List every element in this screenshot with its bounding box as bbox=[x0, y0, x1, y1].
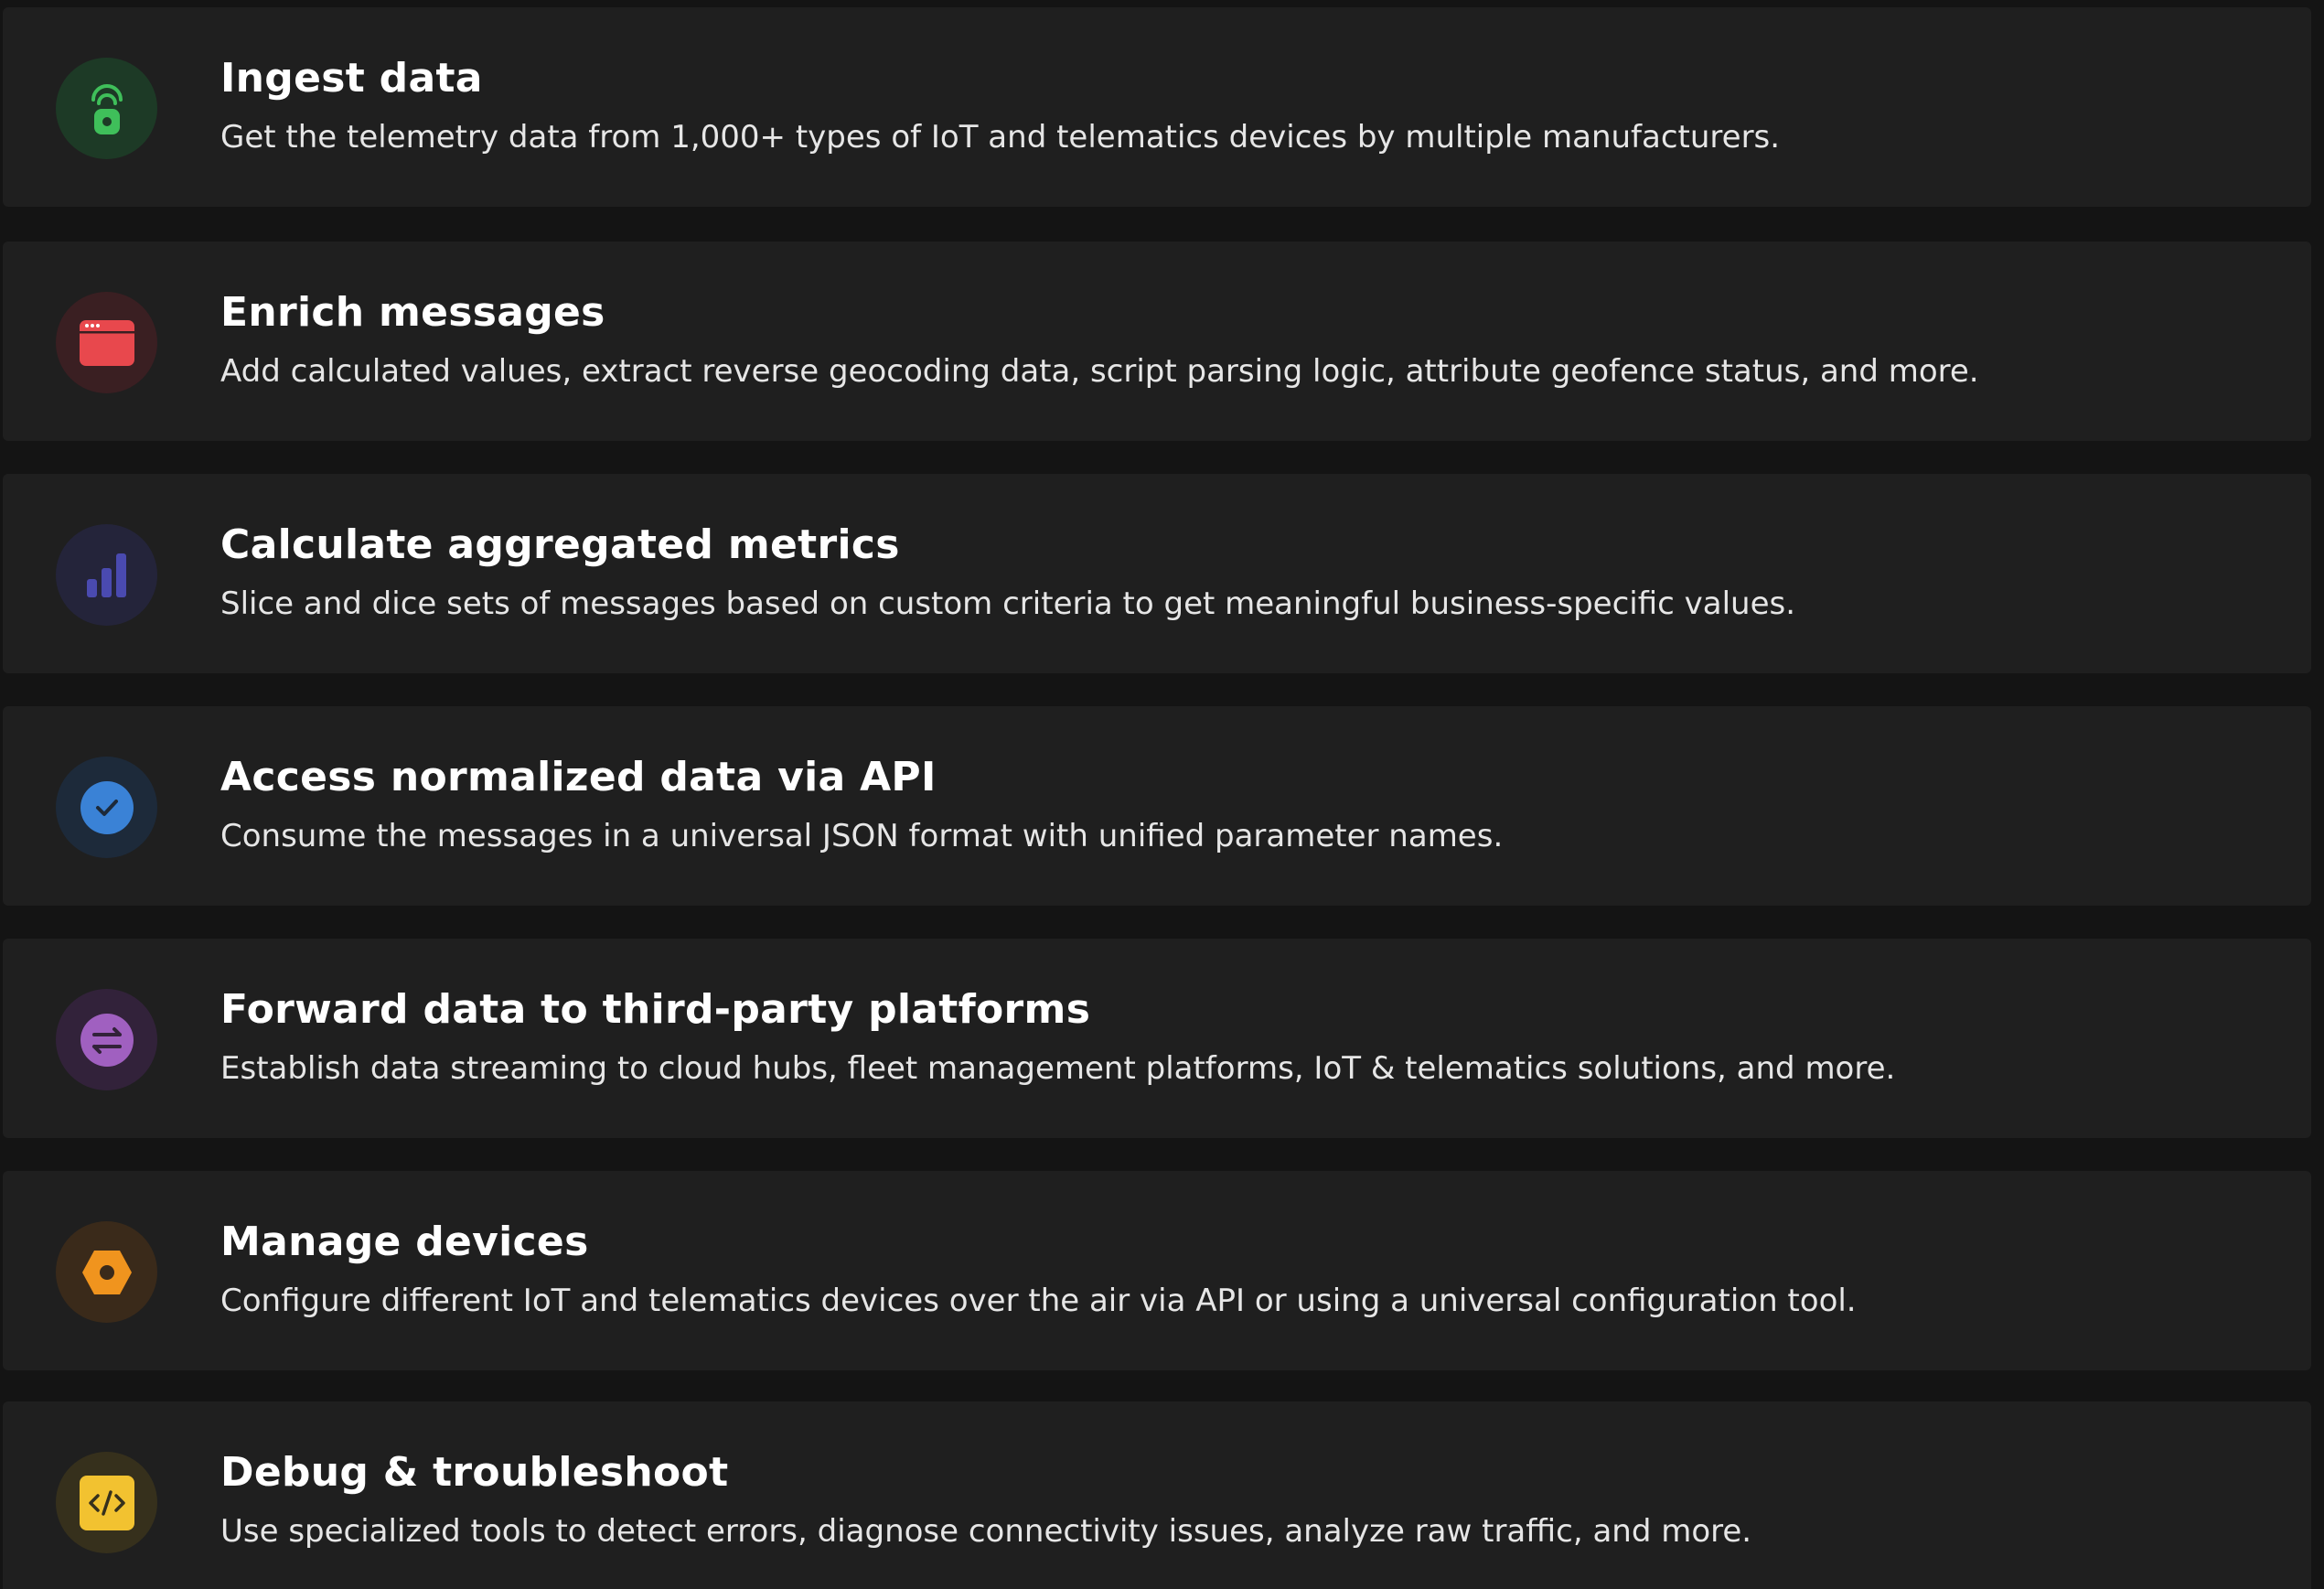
feature-description: Establish data streaming to cloud hubs, … bbox=[220, 1050, 1896, 1087]
feature-title: Forward data to third-party platforms bbox=[220, 986, 1091, 1033]
feature-description: Add calculated values, extract reverse g… bbox=[220, 353, 1979, 390]
feature-title: Ingest data bbox=[220, 55, 483, 102]
feature-title: Manage devices bbox=[220, 1219, 589, 1265]
feature-title: Debug & troubleshoot bbox=[220, 1449, 729, 1496]
feature-description: Configure different IoT and telematics d… bbox=[220, 1283, 1857, 1319]
hex-nut-icon bbox=[56, 1221, 157, 1323]
feature-card-debug-troubleshoot: Debug & troubleshoot Use specialized too… bbox=[3, 1401, 2311, 1589]
feature-card-access-normalized-data: Access normalized data via API Consume t… bbox=[3, 706, 2311, 906]
feature-description: Get the telemetry data from 1,000+ types… bbox=[220, 119, 1781, 156]
feature-title: Access normalized data via API bbox=[220, 754, 937, 800]
feature-card-manage-devices: Manage devices Configure different IoT a… bbox=[3, 1171, 2311, 1370]
feature-description: Consume the messages in a universal JSON… bbox=[220, 818, 1504, 854]
feature-list: Ingest data Get the telemetry data from … bbox=[0, 0, 2324, 1589]
feature-card-calculate-aggregated-metrics: Calculate aggregated metrics Slice and d… bbox=[3, 474, 2311, 673]
ingest-icon bbox=[56, 58, 157, 159]
feature-title: Enrich messages bbox=[220, 289, 605, 336]
feature-title: Calculate aggregated metrics bbox=[220, 521, 900, 568]
feature-card-enrich-messages: Enrich messages Add calculated values, e… bbox=[3, 242, 2311, 441]
browser-window-icon bbox=[56, 292, 157, 393]
feature-description: Use specialized tools to detect errors, … bbox=[220, 1513, 1752, 1550]
swap-arrows-icon bbox=[56, 989, 157, 1090]
bar-chart-icon bbox=[56, 524, 157, 626]
feature-description: Slice and dice sets of messages based on… bbox=[220, 585, 1796, 622]
checkmark-icon bbox=[56, 757, 157, 858]
feature-card-forward-data: Forward data to third-party platforms Es… bbox=[3, 939, 2311, 1138]
feature-card-ingest-data: Ingest data Get the telemetry data from … bbox=[3, 7, 2311, 207]
code-icon bbox=[56, 1452, 157, 1553]
